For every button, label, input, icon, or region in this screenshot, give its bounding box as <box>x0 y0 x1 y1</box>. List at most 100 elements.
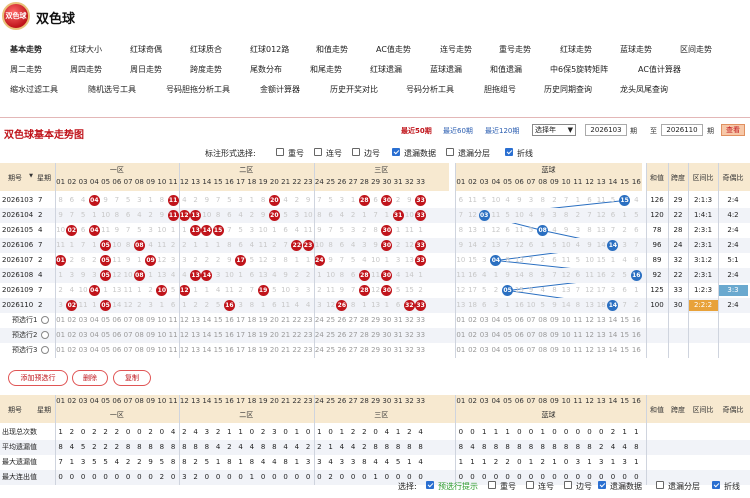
period-header[interactable]: 期号 <box>2 173 28 183</box>
preselect-cell[interactable]: 32 <box>404 313 415 328</box>
preselect-cell[interactable]: 25 <box>325 313 336 328</box>
year-select[interactable]: 选择年 ▼ <box>532 124 576 136</box>
preselect-cell[interactable]: 20 <box>269 343 280 358</box>
preselect-cell[interactable]: 08 <box>537 313 549 328</box>
nav-item[interactable]: 连号走势 <box>440 44 472 55</box>
preselect-cell[interactable]: 15 <box>213 343 224 358</box>
nav-item[interactable]: 红球走势 <box>560 44 592 55</box>
preselect-cell[interactable]: 28 <box>359 313 370 328</box>
preselect-cell[interactable]: 15 <box>213 328 224 343</box>
preselect-cell[interactable]: 01 <box>455 328 467 343</box>
preselect-cell[interactable]: 05 <box>502 328 514 343</box>
recent-50-link[interactable]: 最近50期 <box>401 126 432 136</box>
preselect-radio[interactable] <box>41 346 49 354</box>
nav-item[interactable]: 尾数分布 <box>250 64 282 75</box>
preselect-cell[interactable]: 21 <box>280 328 291 343</box>
preselect-cell[interactable]: 01 <box>455 343 467 358</box>
preselect-cell[interactable]: 30 <box>381 343 392 358</box>
preselect-cell[interactable]: 12 <box>584 328 596 343</box>
preselect-cell[interactable]: 12 <box>584 343 596 358</box>
preselect-cell[interactable]: 09 <box>145 313 156 328</box>
query-button[interactable]: 查看 <box>721 124 745 136</box>
preselect-cell[interactable]: 17 <box>235 313 246 328</box>
preselect-cell[interactable]: 04 <box>89 313 100 328</box>
nav-item[interactable]: 红球质合 <box>190 44 222 55</box>
add-preselect-button[interactable]: 添加预选行 <box>8 370 68 386</box>
nav-item[interactable]: AC值走势 <box>376 44 411 55</box>
preselect-cell[interactable]: 11 <box>168 313 179 328</box>
preselect-cell[interactable]: 23 <box>303 313 314 328</box>
preselect-cell[interactable]: 28 <box>359 328 370 343</box>
preselect-cell[interactable]: 12 <box>179 328 190 343</box>
nav-item[interactable]: 号码分析工具 <box>406 84 454 95</box>
preselect-cell[interactable]: 21 <box>280 313 291 328</box>
preselect-cell[interactable]: 22 <box>291 343 302 358</box>
preselect-cell[interactable]: 01 <box>55 313 66 328</box>
preselect-cell[interactable]: 14 <box>607 328 619 343</box>
preselect-cell[interactable]: 03 <box>78 328 89 343</box>
preselect-cell[interactable]: 06 <box>111 313 122 328</box>
checkbox[interactable] <box>598 481 606 489</box>
preselect-cell[interactable]: 07 <box>525 328 537 343</box>
checkbox[interactable] <box>488 481 496 489</box>
preselect-cell[interactable]: 08 <box>134 328 145 343</box>
preselect-cell[interactable]: 32 <box>404 328 415 343</box>
nav-item[interactable]: 基本走势 <box>10 44 42 55</box>
preselect-cell[interactable]: 19 <box>258 313 269 328</box>
preselect-cell[interactable]: 20 <box>269 313 280 328</box>
preselect-cell[interactable]: 11 <box>168 343 179 358</box>
preselect-cell[interactable]: 33 <box>415 313 426 328</box>
preselect-cell[interactable]: 10 <box>156 328 167 343</box>
nav-item[interactable]: 周二走势 <box>10 64 42 75</box>
preselect-cell[interactable]: 02 <box>66 328 77 343</box>
preselect-cell[interactable]: 07 <box>123 328 134 343</box>
preselect-cell[interactable]: 07 <box>525 343 537 358</box>
preselect-cell[interactable]: 27 <box>348 343 359 358</box>
nav-item[interactable]: 和值走势 <box>316 44 348 55</box>
preselect-cell[interactable]: 16 <box>631 343 643 358</box>
preselect-cell[interactable]: 03 <box>78 313 89 328</box>
preselect-cell[interactable]: 16 <box>224 328 235 343</box>
preselect-cell[interactable]: 26 <box>336 328 347 343</box>
preselect-cell[interactable]: 18 <box>246 343 257 358</box>
nav-item[interactable]: 胆拖组号 <box>484 84 516 95</box>
preselect-cell[interactable]: 10 <box>156 313 167 328</box>
preselect-cell[interactable]: 02 <box>467 343 479 358</box>
preselect-cell[interactable]: 11 <box>168 328 179 343</box>
preselect-cell[interactable]: 03 <box>78 343 89 358</box>
checkbox[interactable] <box>276 148 284 156</box>
preselect-cell[interactable]: 31 <box>393 328 404 343</box>
copy-button[interactable]: 复制 <box>113 370 151 386</box>
nav-item[interactable]: 龙头凤尾查询 <box>620 84 668 95</box>
preselect-cell[interactable]: 26 <box>336 313 347 328</box>
preselect-cell[interactable]: 14 <box>201 313 212 328</box>
nav-item[interactable]: 红球大小 <box>70 44 102 55</box>
preselect-cell[interactable]: 08 <box>537 328 549 343</box>
preselect-cell[interactable]: 11 <box>572 328 584 343</box>
preselect-cell[interactable]: 21 <box>280 343 291 358</box>
checkbox[interactable] <box>564 481 572 489</box>
from-period-input[interactable]: 2026103 <box>585 124 627 136</box>
preselect-cell[interactable]: 29 <box>370 313 381 328</box>
preselect-cell[interactable]: 16 <box>224 313 235 328</box>
preselect-cell[interactable]: 11 <box>572 313 584 328</box>
preselect-cell[interactable]: 13 <box>595 313 607 328</box>
preselect-radio[interactable] <box>41 316 49 324</box>
checkbox[interactable] <box>505 148 513 156</box>
preselect-cell[interactable]: 24 <box>314 313 325 328</box>
preselect-cell[interactable]: 30 <box>381 328 392 343</box>
preselect-cell[interactable]: 29 <box>370 328 381 343</box>
preselect-cell[interactable]: 07 <box>525 313 537 328</box>
preselect-cell[interactable]: 13 <box>190 343 201 358</box>
preselect-cell[interactable]: 03 <box>478 313 490 328</box>
checkbox[interactable] <box>352 148 360 156</box>
preselect-cell[interactable]: 19 <box>258 343 269 358</box>
preselect-cell[interactable]: 10 <box>156 343 167 358</box>
nav-item[interactable]: 缩水过滤工具 <box>10 84 58 95</box>
preselect-cell[interactable]: 16 <box>224 343 235 358</box>
preselect-cell[interactable]: 28 <box>359 343 370 358</box>
preselect-cell[interactable]: 15 <box>213 313 224 328</box>
preselect-cell[interactable]: 26 <box>336 343 347 358</box>
preselect-cell[interactable]: 22 <box>291 313 302 328</box>
preselect-cell[interactable]: 10 <box>560 328 572 343</box>
